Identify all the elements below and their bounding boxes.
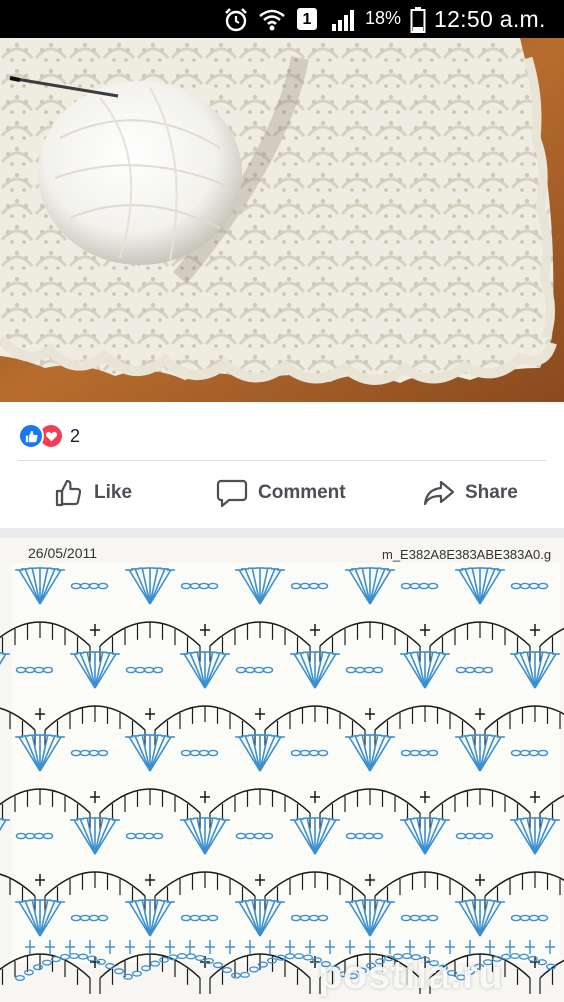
sim-slot-label: 1 xyxy=(302,11,312,28)
share-label: Share xyxy=(465,482,518,503)
status-bar: 1 18% 12:50 a.m. xyxy=(0,0,564,38)
reaction-count: 2 xyxy=(70,425,81,446)
like-button[interactable]: Like xyxy=(54,462,132,524)
comment-button[interactable]: Comment xyxy=(216,462,346,524)
divider xyxy=(18,460,546,461)
post-photo-crochet-chart[interactable]: 26/05/2011 m_E382A8E383ABE383A0.g postil… xyxy=(0,538,564,1002)
clock-time: 12:50 a.m. xyxy=(434,6,546,32)
share-button[interactable]: Share xyxy=(423,462,518,524)
wifi-icon xyxy=(259,9,285,31)
post-actions: Like Comment Share xyxy=(0,462,564,524)
watermark: postila.ru xyxy=(318,953,504,997)
post-footer: 2 Like Comment Share xyxy=(0,402,564,528)
reaction-summary[interactable]: 2 xyxy=(18,422,80,450)
post-photo-blanket[interactable] xyxy=(0,38,564,402)
battery-icon xyxy=(410,7,426,33)
chart-filename: m_E382A8E383ABE383A0.g xyxy=(382,547,552,562)
comment-icon xyxy=(216,479,248,508)
battery-percent: 18% xyxy=(365,8,402,28)
comment-label: Comment xyxy=(258,482,346,503)
share-arrow-icon xyxy=(423,480,455,506)
chart-date: 26/05/2011 xyxy=(28,545,98,561)
crochet-chart-diagram xyxy=(0,538,564,1002)
alarm-icon xyxy=(225,8,247,32)
like-label: Like xyxy=(94,482,133,503)
signal-icon xyxy=(332,10,354,31)
sim-slot-icon: 1 xyxy=(297,8,317,30)
thumbs-up-icon xyxy=(55,479,82,507)
like-reaction-icon xyxy=(18,423,44,449)
